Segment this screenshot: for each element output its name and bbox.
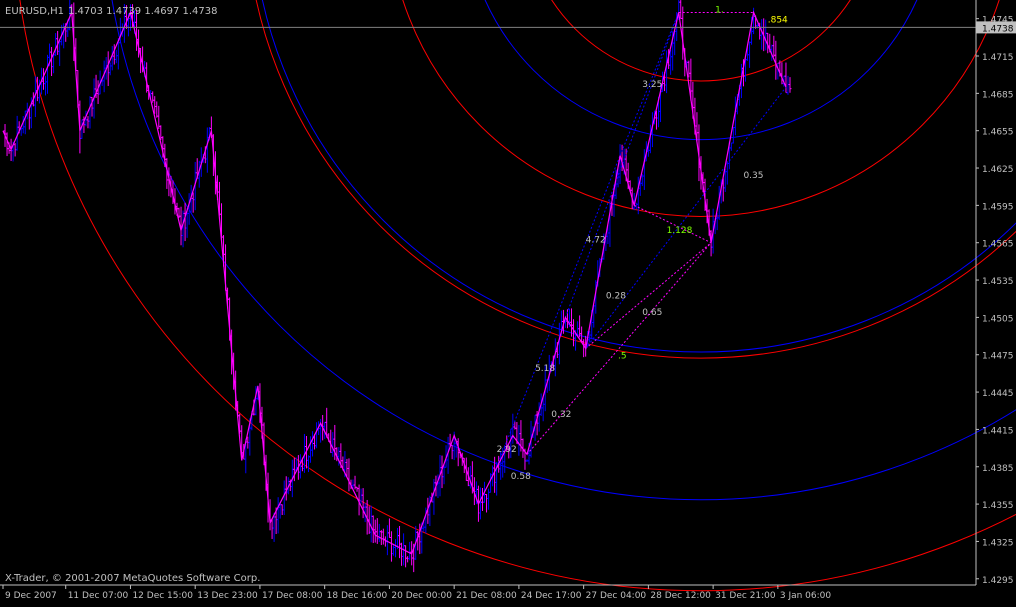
fib-ratio-label: 0.35: [743, 171, 763, 181]
x-tick-label: 21 Dec 08:00: [456, 591, 517, 601]
fib-ratio-label: 4.72: [586, 236, 606, 246]
chart-background: [0, 0, 1016, 603]
symbol-label: EURUSD,H1: [5, 6, 64, 17]
price-chart[interactable]: 1. .854 3.25 4.72 1.128 0.35 0.28 0.65 .5 5.18 0.3…: [0, 0, 1016, 603]
x-tick-label: 12 Dec 15:00: [132, 591, 193, 601]
copyright-text: X-Trader, © 2001-2007 MetaQuotes Softwar…: [5, 573, 260, 584]
fib-ratio-label: 0.58: [511, 472, 531, 482]
y-tick-label: 1.4745: [982, 16, 1014, 26]
fib-ratio-label: 1.: [715, 5, 724, 15]
ohlc-readout: 1.4703 1.4739 1.4697 1.4738: [68, 6, 218, 17]
chart-canvas[interactable]: 1. .854 3.25 4.72 1.128 0.35 0.28 0.65 .5 5.18 0.3…: [0, 0, 1016, 603]
fib-ratio-label: 0.65: [642, 308, 662, 318]
y-tick-label: 1.4535: [982, 277, 1014, 287]
fib-ratio-label: 0.28: [606, 292, 626, 302]
fib-ratio-label: 2.92: [497, 445, 517, 455]
x-tick-label: 17 Dec 08:00: [262, 591, 323, 601]
y-tick-label: 1.4415: [982, 426, 1014, 436]
x-tick-label: 28 Dec 12:00: [650, 591, 711, 601]
fib-ratio-label: 3.25: [642, 80, 662, 90]
fib-ratio-label: .5: [618, 351, 627, 361]
x-tick-label: 13 Dec 23:00: [197, 591, 258, 601]
y-tick-label: 1.4595: [982, 202, 1014, 212]
y-tick-label: 1.4655: [982, 128, 1014, 138]
y-tick-label: 1.4505: [982, 314, 1014, 324]
y-tick-label: 1.4295: [982, 576, 1014, 586]
x-tick-label: 11 Dec 07:00: [68, 591, 129, 601]
y-tick-label: 1.4355: [982, 501, 1014, 511]
y-tick-label: 1.4385: [982, 464, 1014, 474]
y-tick-label: 1.4565: [982, 240, 1014, 250]
y-tick-label: 1.4625: [982, 165, 1014, 175]
y-tick-label: 1.4445: [982, 389, 1014, 399]
fib-ratio-label: 0.32: [551, 410, 571, 420]
x-tick-label: 20 Dec 00:00: [391, 591, 452, 601]
fib-ratio-label: 5.18: [535, 364, 555, 374]
fib-ratio-label: .854: [768, 15, 788, 25]
y-tick-label: 1.4715: [982, 53, 1014, 63]
x-tick-label: 31 Dec 21:00: [715, 591, 776, 601]
x-tick-label: 27 Dec 04:00: [586, 591, 647, 601]
y-tick-label: 1.4475: [982, 352, 1014, 362]
y-tick-label: 1.4685: [982, 90, 1014, 100]
x-tick-label: 24 Dec 17:00: [521, 591, 582, 601]
x-tick-label: 9 Dec 2007: [5, 591, 57, 601]
x-tick-label: 18 Dec 16:00: [327, 591, 388, 601]
y-tick-label: 1.4325: [982, 538, 1014, 548]
current-price-label: 1.4738: [982, 24, 1014, 34]
fib-ratio-label: 1.128: [667, 226, 693, 236]
x-tick-label: 3 Jan 06:00: [780, 591, 832, 601]
